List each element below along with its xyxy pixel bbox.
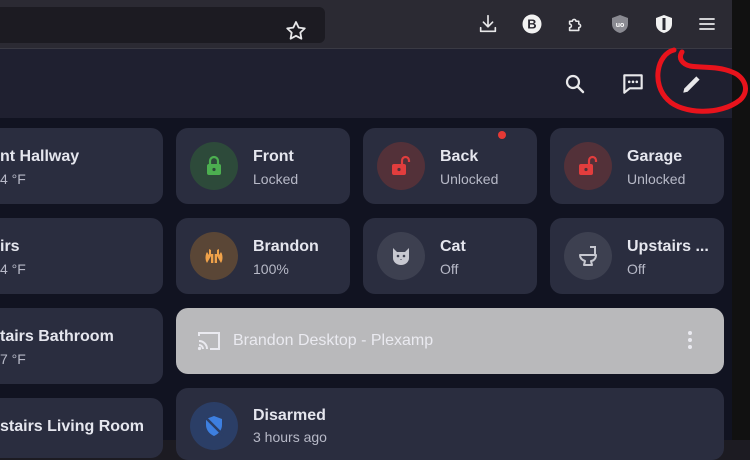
sensor-card-stairs[interactable]: irs 4 °F [0, 218, 163, 294]
lock-open-icon [564, 142, 612, 190]
cast-icon [196, 330, 222, 352]
browser-toolbar: B uo [0, 0, 750, 48]
search-icon[interactable] [560, 69, 590, 99]
sensor-card-bathroom[interactable]: tairs Bathroom 7 °F [0, 308, 163, 384]
sensor-state: 4 °F [0, 171, 26, 187]
tile-name: Cat [440, 238, 466, 255]
tile-name: Upstairs ... [627, 238, 709, 255]
more-vert-icon[interactable] [678, 328, 702, 352]
bookmark-star-icon[interactable] [284, 19, 308, 43]
tile-upstairs[interactable]: Upstairs ... Off [550, 218, 724, 294]
svg-text:B: B [527, 17, 536, 32]
sensor-state: 4 °F [0, 261, 26, 277]
alarm-state: 3 hours ago [253, 429, 327, 445]
cat-icon [377, 232, 425, 280]
sensor-state: 7 °F [0, 351, 26, 367]
bitwarden-b-icon[interactable]: B [520, 12, 544, 36]
sensor-name: nt Hallway [0, 148, 80, 165]
tile-name: Garage [627, 148, 683, 165]
tile-state: Off [627, 261, 646, 277]
tile-name: Front [253, 148, 294, 165]
tile-brandon[interactable]: Brandon 100% [176, 218, 350, 294]
tile-garage-lock[interactable]: Garage Unlocked [550, 128, 724, 204]
ublock-icon[interactable]: uo [608, 12, 632, 36]
dashboard-header [0, 48, 732, 118]
window-edge [732, 0, 750, 440]
assist-chat-icon[interactable] [618, 69, 648, 99]
media-title: Brandon Desktop - Plexamp [233, 332, 434, 349]
tile-state: Unlocked [627, 171, 686, 187]
lock-locked-icon [190, 142, 238, 190]
extensions-icon[interactable] [564, 12, 588, 36]
sensor-name: tairs Bathroom [0, 328, 114, 345]
tile-state: Off [440, 261, 459, 277]
media-player-card[interactable]: Brandon Desktop - Plexamp [176, 308, 724, 374]
toilet-icon [564, 232, 612, 280]
pencil-edit-icon[interactable] [677, 69, 707, 99]
tile-state: Unlocked [440, 171, 499, 187]
tile-cat[interactable]: Cat Off [363, 218, 537, 294]
hands-icon [190, 232, 238, 280]
shield-off-icon [190, 402, 238, 450]
svg-text:uo: uo [616, 22, 625, 29]
tile-back-lock[interactable]: Back Unlocked [363, 128, 537, 204]
tile-front-lock[interactable]: Front Locked [176, 128, 350, 204]
hamburger-menu-icon[interactable] [695, 12, 719, 36]
tile-state: 100% [253, 261, 289, 277]
sensor-name: irs [0, 238, 20, 255]
tile-state: Locked [253, 171, 299, 187]
tile-name: Brandon [253, 238, 319, 255]
tile-name: Back [440, 148, 479, 165]
sensor-card-hallway[interactable]: nt Hallway 4 °F [0, 128, 163, 204]
downloads-icon[interactable] [476, 12, 500, 36]
notification-dot [498, 131, 506, 139]
sensor-card-living-room[interactable]: stairs Living Room [0, 398, 163, 458]
url-bar[interactable] [0, 7, 325, 43]
alarm-name: Disarmed [253, 407, 326, 424]
privacy-badger-icon[interactable] [652, 12, 676, 36]
alarm-card[interactable]: Disarmed 3 hours ago [176, 388, 724, 460]
lock-open-icon [377, 142, 425, 190]
sensor-name: stairs Living Room [0, 418, 145, 435]
